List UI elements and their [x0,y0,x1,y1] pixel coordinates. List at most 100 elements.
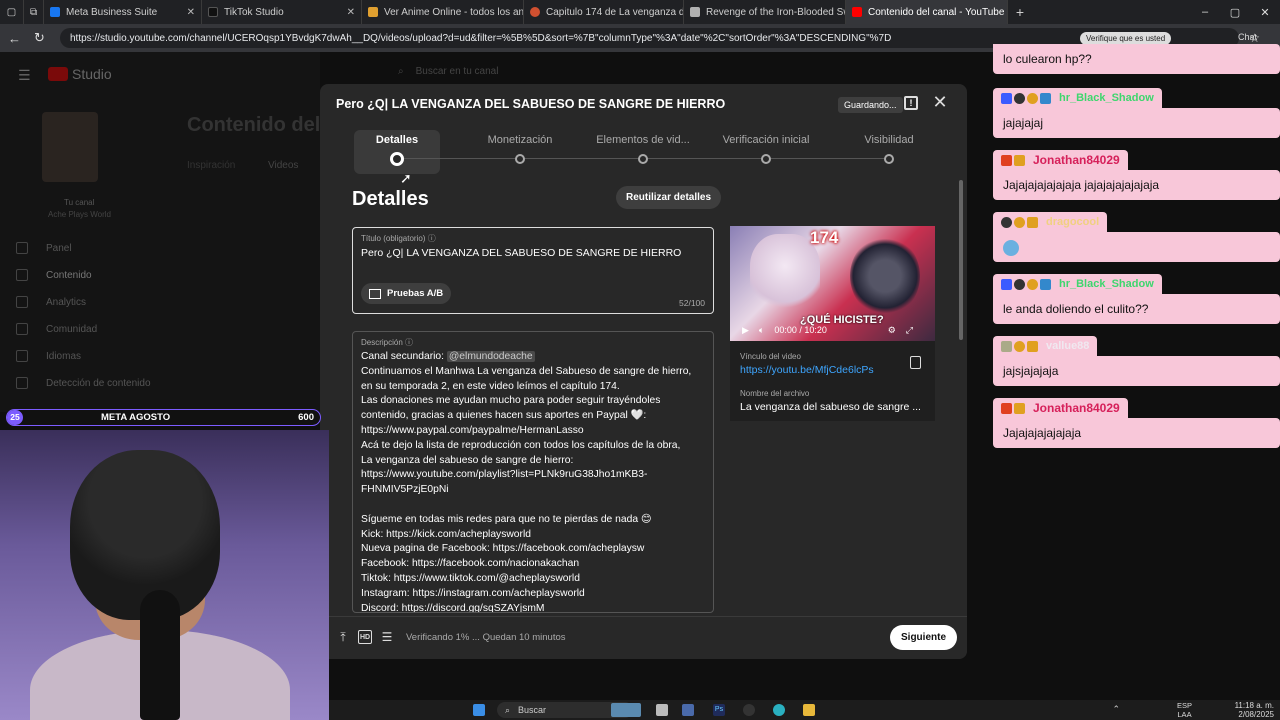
description-field[interactable]: Descripción ⓘ Canal secundario: @elmundo… [352,331,714,613]
description-line: La venganza del sabueso de sangre de hie… [361,454,574,466]
youtube-logo-icon [48,67,68,81]
checks-icon[interactable]: ☰ [380,630,394,644]
search-icon: ⌕ [398,66,404,77]
ab-test-icon [369,288,381,299]
tab-capitulo-174[interactable]: Capitulo 174 de La venganza del s✕ [524,0,684,24]
step-elementos-video[interactable]: Elementos de vid... [588,134,698,146]
close-window-icon[interactable]: ✕ [1250,6,1280,19]
studio-background: ☰ Studio ⌕ Buscar en tu canal Tu canal A… [0,52,498,412]
step-detalles[interactable]: Detalles [342,134,452,146]
description-line: https://www.paypal.com/paypalme/HermanLa… [361,424,584,436]
reload-icon[interactable]: ↻ [34,30,50,46]
sidebar-item-comunidad[interactable]: Comunidad [16,323,97,335]
sidebar-item-contenido[interactable]: Contenido [16,269,92,281]
community-icon [16,323,28,335]
chat-username: hr_Black_Shadow [993,88,1162,108]
chat-message: Jonathan84029 Jajajajajajajaja [993,398,1280,448]
studio-logo[interactable]: Studio [48,66,112,82]
play-icon[interactable]: ▶ [742,325,749,336]
description-text[interactable]: Canal secundario: @elmundodeache Continu… [361,350,711,613]
app-icon[interactable] [682,704,694,716]
video-preview[interactable]: 174 ¿QUÉ HICISTE? ▶ 🔈︎ 00:00 / 10:20 ⚙ ⤢ [730,226,935,341]
tray-chevron-icon[interactable]: ⌃ [1112,704,1120,715]
sidebar-item-panel[interactable]: Panel [16,242,72,254]
close-tab-icon[interactable]: ✕ [341,7,355,18]
chat-text: lo culearon hp?? [993,44,1280,74]
close-tab-icon[interactable]: ✕ [181,7,195,18]
chat-label[interactable]: Chat [1238,32,1257,42]
close-dialog-button[interactable]: ✕ [930,92,950,113]
collections-icon[interactable]: ⧉ [24,0,44,24]
taskbar-clock[interactable]: 11:18 a. m. 2/08/2025 [1235,701,1274,719]
step-dot-icon [884,154,894,164]
edge-icon[interactable] [773,704,785,716]
feedback-icon[interactable]: ! [904,96,918,110]
meta-favicon-icon [50,7,60,17]
upload-dialog: Pero ¿Q| LA VENGANZA DEL SABUESO DE SANG… [320,84,967,659]
step-monetizacion[interactable]: Monetización [465,134,575,146]
tab-anime-online[interactable]: Ver Anime Online - todos los anim✕ [362,0,524,24]
title-input[interactable]: Pero ¿Q| LA VENGANZA DEL SABUESO DE SANG… [361,247,701,259]
channel-mention[interactable]: @elmundodeache [446,351,535,362]
channel-avatar[interactable] [42,112,98,182]
title-field[interactable]: Título (obligatorio) ⓘ Pero ¿Q| LA VENGA… [352,227,714,314]
description-line: Discord: https://discord.gg/sqSZAYjsmM [361,602,545,613]
tab-youtube-studio[interactable]: Contenido del canal - YouTube Stu✕ [846,0,1008,24]
step-visibilidad[interactable]: Visibilidad [834,134,944,146]
file-explorer-icon[interactable] [803,704,815,716]
verified-badge-icon [1040,278,1051,290]
upload-icon[interactable]: ⤒ [336,630,350,644]
reuse-details-button[interactable]: Reutilizar detalles [616,186,722,209]
settings-gear-icon[interactable]: ⚙ [888,325,896,336]
studio-tab-videos[interactable]: Videos [268,160,298,171]
step-verificacion-inicial[interactable]: Verificación inicial [711,134,821,146]
mouse-cursor-icon: ➚ [400,170,412,186]
flame-badge-icon [1001,402,1012,414]
sub-badge-icon [1001,216,1012,228]
crown-badge-icon [1014,402,1025,414]
fullscreen-icon[interactable]: ⤢ [906,325,913,336]
chat-username: hr_Black_Shadow [993,274,1162,294]
volume-icon[interactable]: 🔈︎ [759,325,764,336]
ab-test-button[interactable]: Pruebas A/B [361,283,452,304]
chat-message: dragocool [993,212,1280,262]
channel-label: Tu canal [64,198,95,207]
back-icon[interactable]: ← [8,31,24,46]
new-tab-icon[interactable]: + [1008,0,1032,24]
description-line: Instagram: https://instagram.com/achepla… [361,587,585,599]
description-line: FHNMIV5PzjE0pNi [361,484,449,496]
photoshop-icon[interactable]: Ps [713,704,725,716]
studio-tab-inspiracion[interactable]: Inspiración [187,160,235,171]
saving-status: Guardando... [838,97,903,113]
crown-badge-icon [1014,154,1025,166]
obs-icon[interactable] [743,704,755,716]
windows-start-icon[interactable] [473,704,485,716]
next-button[interactable]: Siguiente [890,625,958,650]
minimize-icon[interactable]: – [1190,6,1220,19]
description-line: en su temporada 2, en este video leímos … [361,380,620,392]
maximize-icon[interactable]: ▢ [1220,6,1250,19]
dialog-footer: ⤒ HD ☰ Verificando 1% ... Quedan 10 minu… [320,616,967,659]
video-link[interactable]: https://youtu.be/MfjCde6lcPs [740,364,874,376]
tab-tiktok-studio[interactable]: TikTok Studio ✕ [202,0,362,24]
chat-message: hr_Black_Shadow jajajajaj [993,88,1280,138]
language-indicator[interactable]: ESP LAA [1177,701,1192,719]
hd-icon[interactable]: HD [358,630,372,644]
description-line: Continuamos el Manhwa La venganza del Sa… [361,365,692,377]
chat-username: vallue88 [993,336,1098,356]
dialog-scrollbar[interactable] [959,180,963,340]
description-line: Facebook: https://facebook.com/nacionaka… [361,558,580,570]
sidebar-item-deteccion[interactable]: Detección de contenido [16,377,151,389]
help-icon: ⓘ [405,338,414,347]
copy-icon[interactable] [910,356,921,369]
chat-username: Jonathan84029 [993,398,1128,418]
studio-search[interactable]: ⌕ Buscar en tu canal [398,66,698,77]
sidebar-item-idiomas[interactable]: Idiomas [16,350,81,362]
hamburger-menu-icon[interactable]: ☰ [18,67,31,84]
sub-badge-icon [1014,278,1025,290]
task-view-icon[interactable] [656,704,668,716]
tab-meta-business-suite[interactable]: Meta Business Suite ✕ [44,0,202,24]
sidebar-item-analytics[interactable]: Analytics [16,296,86,308]
tab-revenge-iron-blooded[interactable]: Revenge of the Iron-Blooded Swo✕ [684,0,846,24]
window-menu-icon[interactable]: ▢ [0,0,24,24]
